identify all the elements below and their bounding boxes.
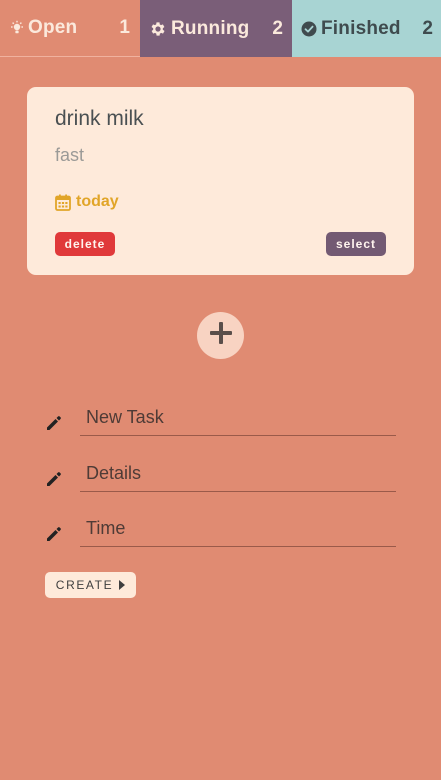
tab-open[interactable]: Open 1 <box>0 0 140 57</box>
create-label: CREATE <box>55 578 114 592</box>
task-time-label: today <box>76 193 119 210</box>
status-tabs: Open 1 Running 2 Finished 2 <box>0 0 441 57</box>
add-task-button[interactable] <box>197 312 244 359</box>
create-button[interactable]: CREATE <box>45 572 136 598</box>
time-input[interactable] <box>80 511 396 547</box>
plus-icon <box>209 322 232 349</box>
task-time: today <box>55 193 119 211</box>
task-card: drink milk fast today delete select <box>27 87 414 275</box>
tab-open-count: 1 <box>119 17 130 38</box>
tab-finished-label: Finished <box>321 17 401 39</box>
delete-button[interactable]: delete <box>55 232 115 256</box>
check-circle-icon <box>301 21 317 37</box>
tab-finished[interactable]: Finished 2 <box>292 0 441 57</box>
details-row <box>45 456 396 496</box>
tab-running-label: Running <box>171 17 250 39</box>
pencil-icon <box>45 414 63 432</box>
tab-open-label: Open <box>28 17 78 38</box>
select-button[interactable]: select <box>326 232 386 256</box>
gear-icon <box>149 20 167 38</box>
caret-right-icon <box>119 580 126 590</box>
lightbulb-icon <box>10 20 24 36</box>
details-input[interactable] <box>80 456 396 492</box>
tab-finished-count: 2 <box>422 17 433 39</box>
pencil-icon <box>45 470 63 488</box>
tab-running[interactable]: Running 2 <box>140 0 292 57</box>
task-name-input[interactable] <box>80 400 396 436</box>
task-title: drink milk <box>55 107 144 130</box>
tab-running-count: 2 <box>272 17 283 39</box>
calendar-icon <box>55 194 71 211</box>
task-details: fast <box>55 145 85 165</box>
task-name-row <box>45 400 396 440</box>
pencil-icon <box>45 525 63 543</box>
time-row <box>45 511 396 551</box>
